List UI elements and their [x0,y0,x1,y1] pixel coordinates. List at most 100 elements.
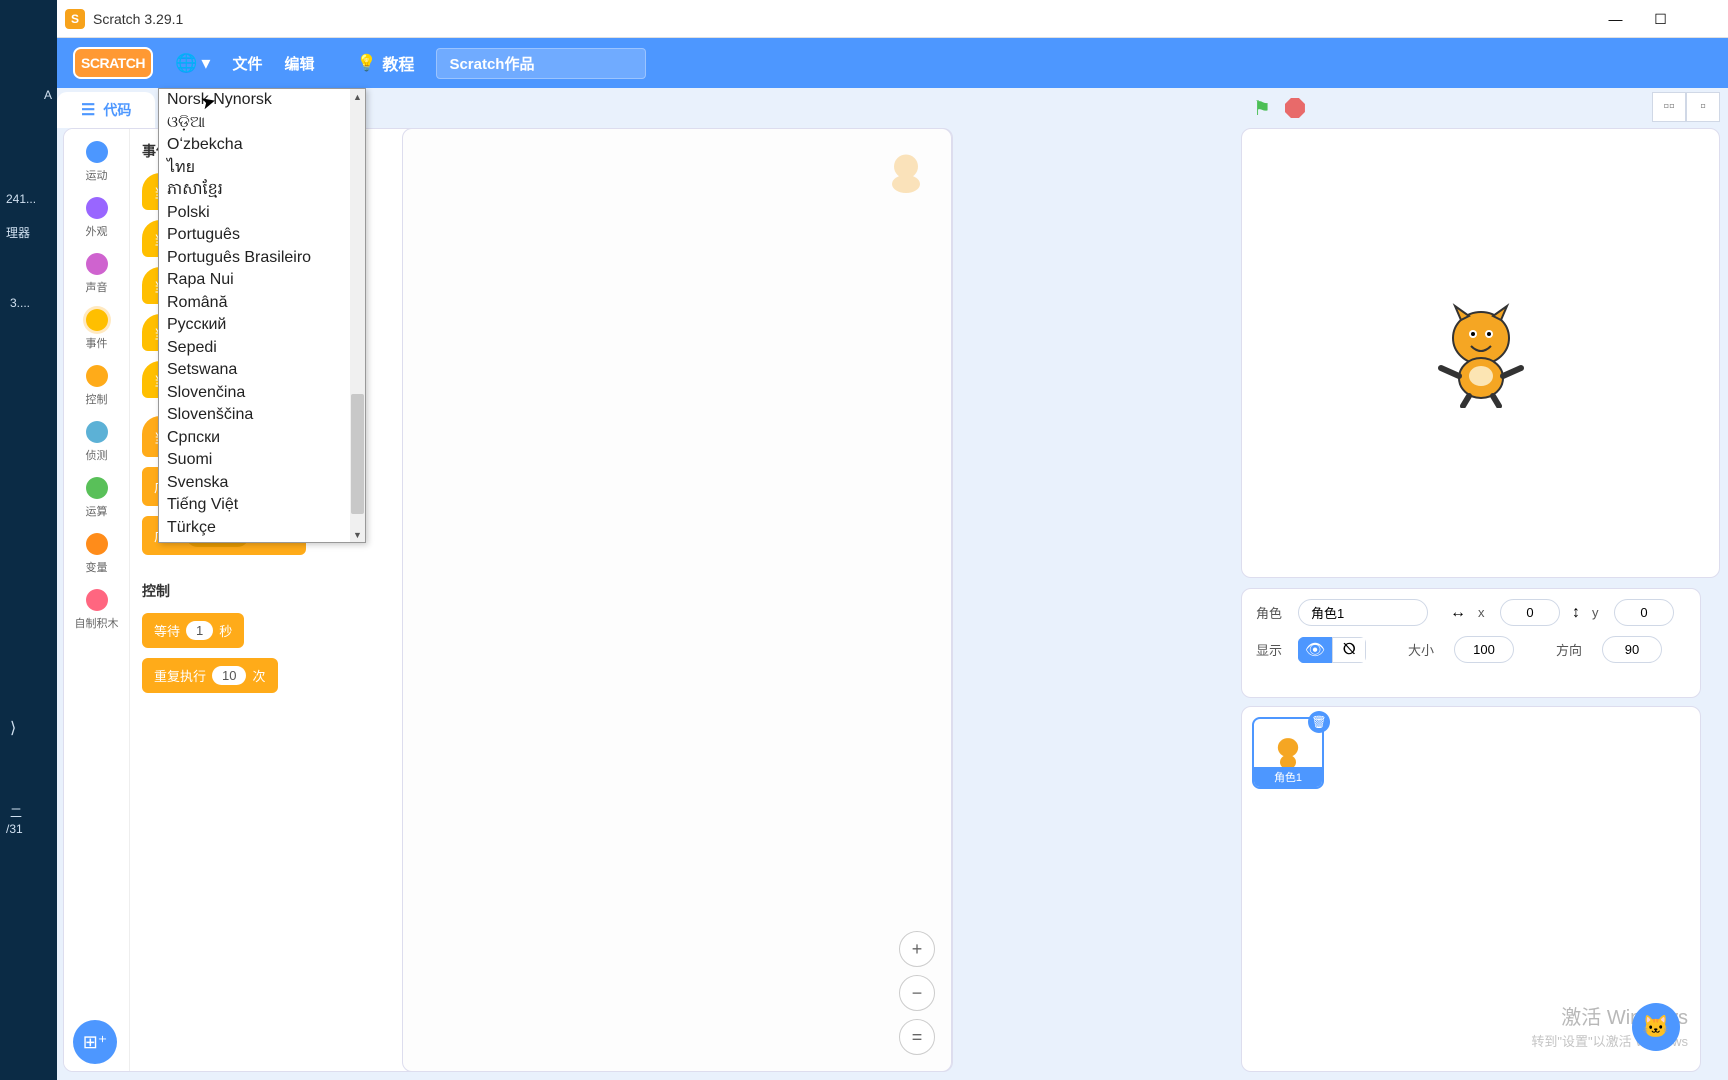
scroll-down-button[interactable]: ▼ [350,527,365,542]
zoom-reset-button[interactable]: = [899,1019,935,1055]
direction-input[interactable] [1602,636,1662,663]
category-column: 运动外观声音事件控制侦测运算变量自制积木 [64,129,130,1071]
desktop-label: 理器 [6,224,30,241]
sprite-thumb-label: 角色1 [1254,767,1322,787]
dropdown-scrollbar[interactable]: ▲ ▼ [350,89,365,542]
category-item[interactable]: 运动 [86,141,108,183]
category-dot-icon [86,477,108,499]
scratch-cat-icon [1431,298,1531,408]
app-icon: S [65,9,85,29]
category-label: 运动 [86,167,108,183]
category-label: 事件 [86,335,108,351]
minimize-button[interactable]: — [1593,0,1638,38]
language-option[interactable]: Setswana [159,359,350,382]
hide-button[interactable]: ⦰ [1332,637,1366,663]
category-label: 运算 [86,503,108,519]
stage[interactable] [1241,128,1720,578]
language-option[interactable]: ไทย [159,157,350,180]
extension-button[interactable]: ⊞⁺ [73,1020,117,1064]
category-label: 侦测 [86,447,108,463]
language-option[interactable]: Română [159,292,350,315]
green-flag-button[interactable]: ⚑ [1253,96,1271,121]
category-dot-icon [86,365,108,387]
category-dot-icon [86,533,108,555]
tab-code-label: 代码 [103,100,131,120]
language-option[interactable]: ភាសាខ្មែរ [159,179,350,202]
tab-code[interactable]: ☰代码 [57,92,155,128]
category-item[interactable]: 自制积木 [75,589,119,631]
language-option[interactable]: Oʻzbekcha [159,134,350,157]
block-wait[interactable]: 等待1秒 [142,613,244,648]
maximize-button[interactable]: ☐ [1638,0,1683,38]
menu-file[interactable]: 文件 [232,53,262,74]
eye-icon: 👁 [1305,640,1325,660]
category-dot-icon [86,253,108,275]
language-option[interactable]: Slovenščina [159,404,350,427]
globe-icon: 🌐 [175,53,197,74]
language-option[interactable]: Türkçe [159,517,350,540]
category-item[interactable]: 运算 [86,477,108,519]
script-workspace[interactable]: + − = [402,128,952,1072]
category-label: 自制积木 [75,615,119,631]
xy-icon: ↕ [1572,604,1580,622]
category-label: 外观 [86,223,108,239]
add-sprite-button[interactable]: 🐱 [1632,1003,1680,1051]
desktop-label: 3.... [10,296,30,310]
delete-sprite-button[interactable]: 🗑 [1308,711,1330,733]
language-option[interactable]: Rapa Nui [159,269,350,292]
small-stage-button[interactable]: ▫▫ [1652,92,1686,122]
size-input[interactable] [1454,636,1514,663]
project-name-input[interactable] [436,48,646,79]
scratch-logo[interactable]: SCRATCH [73,47,153,79]
sprite-label: 角色 [1256,603,1286,622]
language-option[interactable]: Português Brasileiro [159,247,350,270]
language-option[interactable]: Svenska [159,472,350,495]
scroll-up-button[interactable]: ▲ [350,89,365,104]
x-input[interactable] [1500,599,1560,626]
sprite-thumbnail[interactable]: 角色1 🗑 [1252,717,1324,789]
category-label: 变量 [86,559,108,575]
y-input[interactable] [1614,599,1674,626]
language-option[interactable]: Српски [159,427,350,450]
category-item[interactable]: 声音 [86,253,108,295]
chevron-down-icon: ▾ [201,53,210,74]
category-item[interactable]: 侦测 [86,421,108,463]
language-option[interactable]: Português [159,224,350,247]
sprite-list: 角色1 🗑 🐱 [1241,706,1701,1072]
menu-edit[interactable]: 编辑 [284,53,314,74]
show-button[interactable]: 👁 [1298,637,1332,663]
large-stage-button[interactable]: ▫ [1686,92,1720,122]
tutorials-button[interactable]: 💡教程 [357,51,415,75]
category-dot-icon [86,141,108,163]
chevron-right-icon[interactable]: ⟩ [10,718,16,738]
language-option[interactable]: Suomi [159,449,350,472]
scroll-thumb[interactable] [351,394,364,514]
category-item[interactable]: 控制 [86,365,108,407]
language-option[interactable]: Norsk Nynorsk [159,89,350,112]
category-label: 控制 [86,391,108,407]
block-repeat[interactable]: 重复执行10次 [142,658,278,693]
category-dot-icon [86,197,108,219]
language-button[interactable]: 🌐▾ [175,53,210,74]
category-item[interactable]: 事件 [86,309,108,351]
desktop-label: A [44,88,52,102]
desktop-label: /31 [6,822,23,836]
stop-button[interactable] [1285,98,1305,118]
zoom-in-button[interactable]: + [899,931,935,967]
category-item[interactable]: 变量 [86,533,108,575]
sprite-name-input[interactable] [1298,599,1428,626]
language-option[interactable]: Tiếng Việt [159,494,350,517]
language-option[interactable]: ଓଡ଼ିଆ [159,112,350,135]
show-label: 显示 [1256,640,1286,659]
language-dropdown[interactable]: Norsk Nynorskଓଡ଼ିଆOʻzbekchaไทยភាសាខ្មែរP… [158,88,366,543]
language-option[interactable]: Slovenčina [159,382,350,405]
y-label: y [1592,605,1602,620]
zoom-out-button[interactable]: − [899,975,935,1011]
language-option[interactable]: Sepedi [159,337,350,360]
category-item[interactable]: 外观 [86,197,108,239]
category-label: 声音 [86,279,108,295]
language-option[interactable]: Polski [159,202,350,225]
language-option[interactable]: Русский [159,314,350,337]
lightbulb-icon: 💡 [357,53,377,73]
language-option[interactable]: Українська [159,539,350,542]
